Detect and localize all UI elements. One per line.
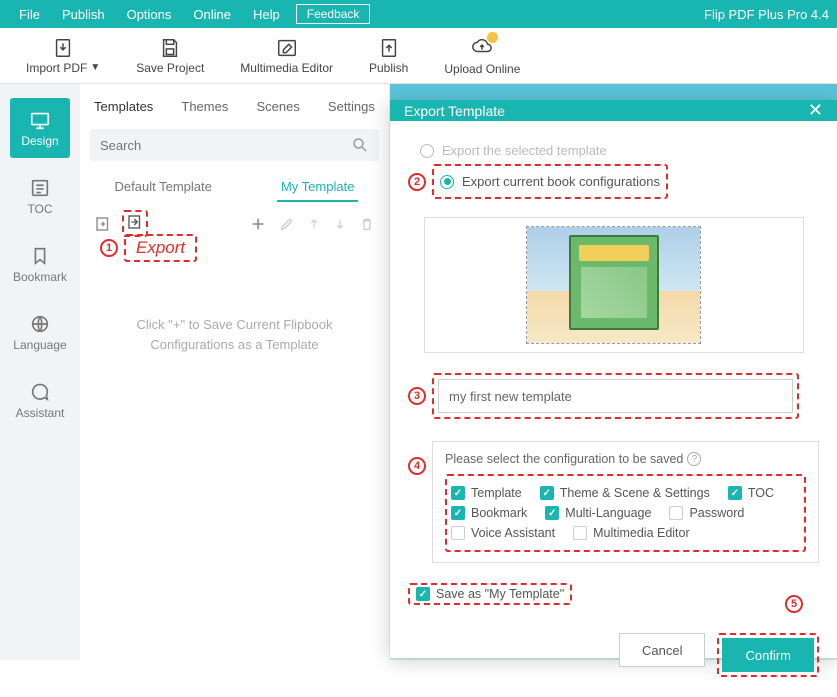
export-template-dialog: Export Template ✕ Export the selected te… (390, 100, 837, 658)
chk-theme[interactable]: ✓Theme & Scene & Settings (540, 486, 710, 500)
publish-icon (378, 37, 400, 59)
confirm-button[interactable]: Confirm (722, 638, 814, 672)
tab-scenes[interactable]: Scenes (250, 99, 305, 114)
menu-bar: File Publish Options Online Help Feedbac… (0, 0, 837, 28)
chk-toc[interactable]: ✓TOC (728, 486, 774, 500)
search-box[interactable] (90, 129, 379, 161)
notification-badge (487, 32, 498, 43)
chk-bookmark[interactable]: ✓Bookmark (451, 506, 527, 520)
left-sidebar: Design TOC Bookmark Language Assistant (0, 84, 80, 660)
close-icon[interactable]: ✕ (808, 100, 823, 121)
callout-1-label: Export (124, 234, 197, 262)
templates-panel: Templates Themes Scenes Settings Default… (80, 84, 390, 660)
arrow-down-icon[interactable] (333, 217, 347, 231)
callout-3: 3 (408, 387, 426, 405)
callout-4: 4 (408, 457, 426, 475)
import-icon (52, 37, 74, 59)
list-icon (29, 177, 51, 199)
callout-5: 5 (785, 595, 803, 613)
toolbar: Import PDF▼ Save Project Multimedia Edit… (0, 28, 837, 84)
template-name-input[interactable] (438, 379, 793, 413)
dialog-title: Export Template (404, 103, 505, 119)
tab-settings[interactable]: Settings (322, 99, 381, 114)
radio-icon (420, 144, 434, 158)
save-icon (159, 37, 181, 59)
subtab-default[interactable]: Default Template (111, 173, 216, 202)
save-project-button[interactable]: Save Project (118, 37, 222, 75)
menu-feedback[interactable]: Feedback (296, 4, 371, 24)
callout-2: 2 (408, 173, 426, 191)
menu-file[interactable]: File (8, 7, 51, 22)
chk-voice[interactable]: Voice Assistant (451, 526, 555, 540)
chk-password[interactable]: Password (669, 506, 744, 520)
chevron-down-icon: ▼ (90, 62, 100, 73)
import-pdf-button[interactable]: Import PDF▼ (8, 37, 118, 75)
menu-options[interactable]: Options (116, 7, 183, 22)
sidebar-bookmark[interactable]: Bookmark (10, 234, 70, 294)
subtab-my-template[interactable]: My Template (277, 173, 358, 202)
multimedia-editor-button[interactable]: Multimedia Editor (222, 37, 351, 75)
export-template-icon[interactable] (126, 213, 144, 231)
config-title: Please select the configuration to be sa… (445, 452, 683, 466)
bookmark-icon (29, 245, 51, 267)
template-thumbnail (526, 226, 701, 344)
search-icon (351, 136, 369, 154)
sidebar-language[interactable]: Language (10, 302, 70, 362)
tab-themes[interactable]: Themes (175, 99, 234, 114)
help-icon[interactable]: ? (687, 452, 701, 466)
trash-icon[interactable] (359, 216, 375, 232)
arrow-up-icon[interactable] (307, 217, 321, 231)
menu-publish[interactable]: Publish (51, 7, 116, 22)
radio-export-current[interactable]: Export current book configurations (440, 174, 660, 189)
chk-template[interactable]: ✓Template (451, 486, 522, 500)
radio-export-selected: Export the selected template (420, 143, 819, 158)
chk-multilang[interactable]: ✓Multi-Language (545, 506, 651, 520)
config-box: Please select the configuration to be sa… (432, 441, 819, 563)
tab-templates[interactable]: Templates (88, 99, 159, 114)
sidebar-design[interactable]: Design (10, 98, 70, 158)
monitor-icon (29, 109, 51, 131)
callout-1: 1 (100, 239, 118, 257)
chk-save-my-template[interactable]: ✓Save as "My Template" (416, 587, 564, 601)
chat-icon (29, 381, 51, 403)
import-template-icon[interactable] (94, 215, 112, 233)
menu-online[interactable]: Online (182, 7, 242, 22)
chk-mm[interactable]: Multimedia Editor (573, 526, 690, 540)
search-input[interactable] (100, 138, 351, 153)
cancel-button[interactable]: Cancel (619, 633, 705, 667)
edit-pencil-icon[interactable] (279, 216, 295, 232)
sidebar-assistant[interactable]: Assistant (10, 370, 70, 430)
globe-icon (29, 313, 51, 335)
empty-message: Click "+" to Save Current Flipbook Confi… (80, 275, 389, 394)
edit-icon (276, 37, 298, 59)
app-title: Flip PDF Plus Pro 4.4 (704, 7, 829, 22)
upload-online-button[interactable]: Upload Online (426, 35, 538, 76)
template-preview (424, 217, 804, 353)
add-icon[interactable] (249, 215, 267, 233)
sidebar-toc[interactable]: TOC (10, 166, 70, 226)
radio-icon (440, 175, 454, 189)
publish-button[interactable]: Publish (351, 37, 426, 75)
menu-help[interactable]: Help (242, 7, 291, 22)
